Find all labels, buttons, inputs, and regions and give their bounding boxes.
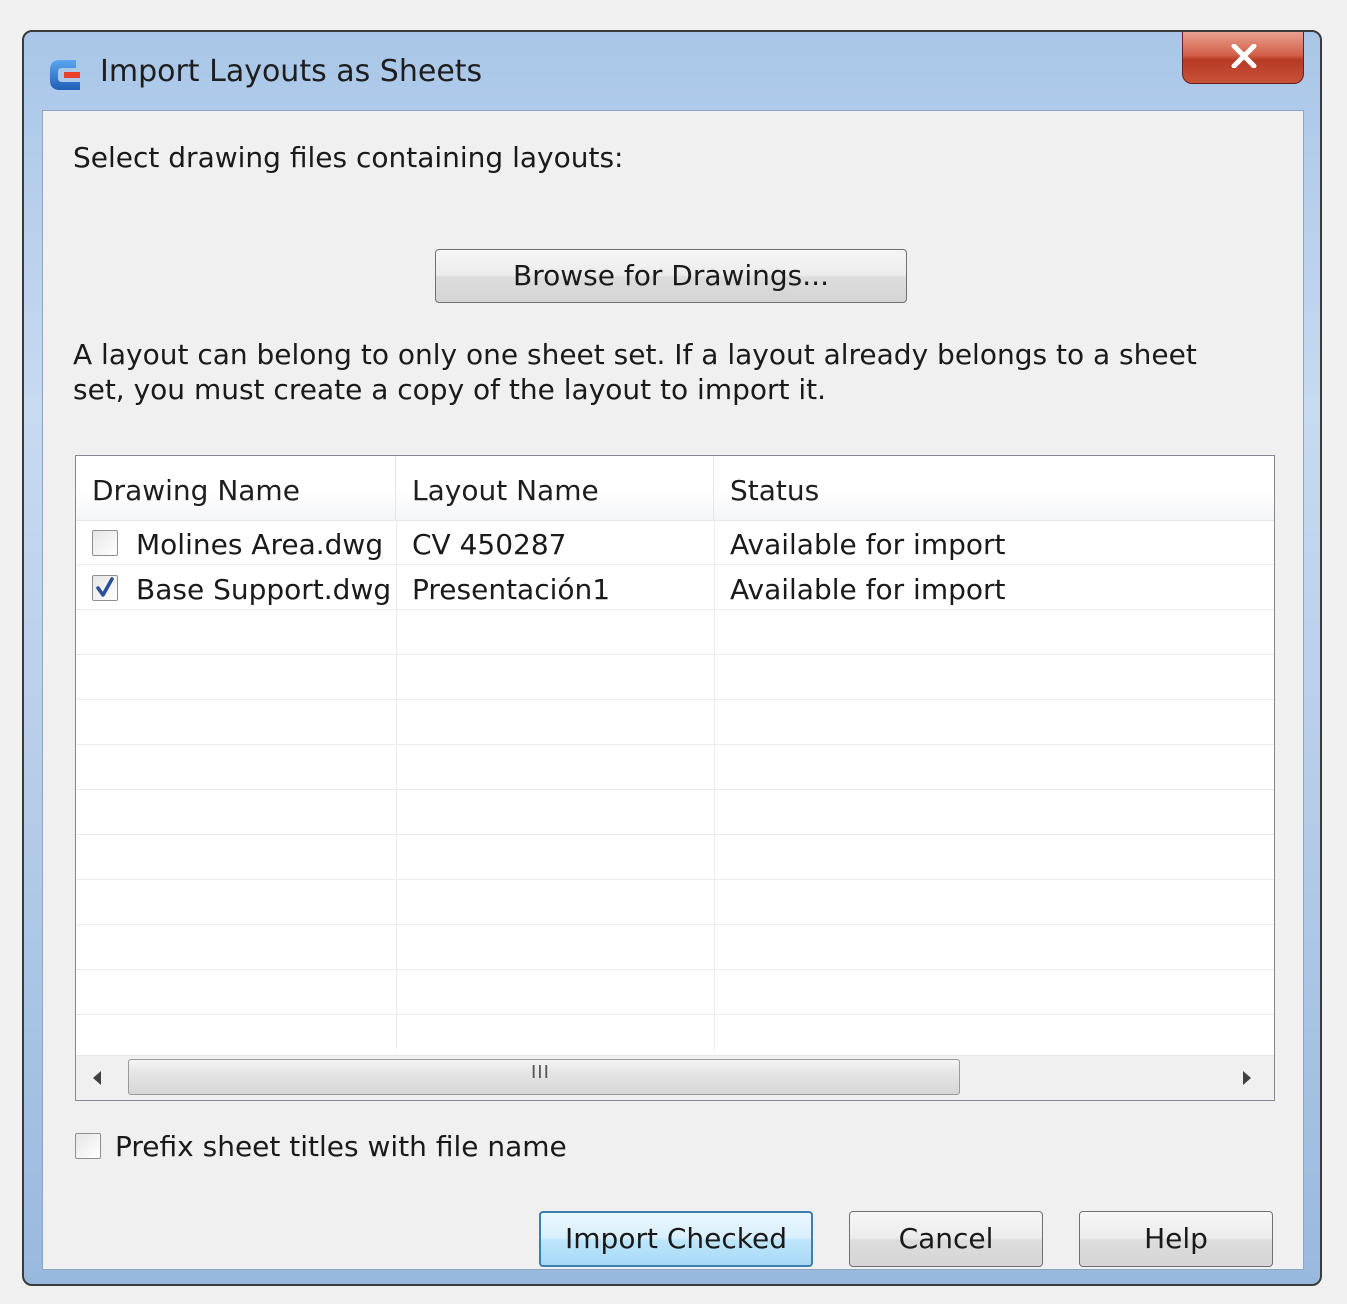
empty-row xyxy=(76,655,1274,700)
prefix-sheet-titles-label[interactable]: Prefix sheet titles with file name xyxy=(115,1127,567,1167)
empty-row xyxy=(76,1015,1274,1060)
cancel-button[interactable]: Cancel xyxy=(849,1211,1043,1267)
row-checkbox[interactable] xyxy=(92,530,118,556)
browse-drawings-button[interactable]: Browse for Drawings... xyxy=(435,249,907,303)
drawing-name-cell: Base Support.dwg xyxy=(136,573,392,606)
help-button[interactable]: Help xyxy=(1079,1211,1273,1267)
grip-icon: III xyxy=(531,1062,550,1083)
dialog-body: Select drawing files containing layouts:… xyxy=(42,110,1304,1270)
empty-row xyxy=(76,925,1274,970)
empty-row xyxy=(76,880,1274,925)
horizontal-scrollbar[interactable]: III xyxy=(76,1055,1274,1100)
close-button[interactable] xyxy=(1182,32,1304,84)
list-header: Drawing Name Layout Name Status xyxy=(76,456,1274,521)
drawing-name-cell: Molines Area.dwg xyxy=(136,528,384,561)
status-cell: Available for import xyxy=(730,528,1006,561)
table-row[interactable]: Molines Area.dwg CV 450287 Available for… xyxy=(76,520,1274,565)
window-title: Import Layouts as Sheets xyxy=(100,54,483,89)
list-rows: Molines Area.dwg CV 450287 Available for… xyxy=(76,520,1274,1060)
column-header-drawing-name[interactable]: Drawing Name xyxy=(76,456,396,520)
status-cell: Available for import xyxy=(730,573,1006,606)
info-text: A layout can belong to only one sheet se… xyxy=(73,338,1197,406)
checkmark-icon xyxy=(96,577,114,597)
instruction-label: Select drawing files containing layouts: xyxy=(73,141,624,174)
close-icon xyxy=(1231,44,1257,68)
column-header-status[interactable]: Status xyxy=(714,456,1274,520)
empty-row xyxy=(76,790,1274,835)
empty-row xyxy=(76,700,1274,745)
prefix-sheet-titles-checkbox[interactable] xyxy=(75,1133,101,1159)
import-checked-button[interactable]: Import Checked xyxy=(539,1211,813,1267)
row-checkbox-checked[interactable] xyxy=(92,575,118,601)
dialog-window: Import Layouts as Sheets Select drawing … xyxy=(22,30,1322,1286)
empty-row xyxy=(76,745,1274,790)
scrollbar-thumb[interactable]: III xyxy=(128,1059,960,1095)
scroll-right-arrow-icon[interactable] xyxy=(1240,1068,1254,1088)
empty-row xyxy=(76,835,1274,880)
title-bar[interactable]: Import Layouts as Sheets xyxy=(24,32,1320,110)
scroll-left-arrow-icon[interactable] xyxy=(90,1068,104,1088)
table-row[interactable]: Base Support.dwg Presentación1 Available… xyxy=(76,565,1274,610)
column-header-layout-name[interactable]: Layout Name xyxy=(396,456,714,520)
empty-row xyxy=(76,970,1274,1015)
empty-row xyxy=(76,610,1274,655)
layout-name-cell: CV 450287 xyxy=(412,528,567,561)
layout-name-cell: Presentación1 xyxy=(412,573,611,606)
layouts-list[interactable]: Drawing Name Layout Name Status Molines … xyxy=(75,455,1275,1101)
column-divider xyxy=(396,520,397,1050)
column-divider xyxy=(714,520,715,1050)
app-logo-icon xyxy=(50,60,80,90)
